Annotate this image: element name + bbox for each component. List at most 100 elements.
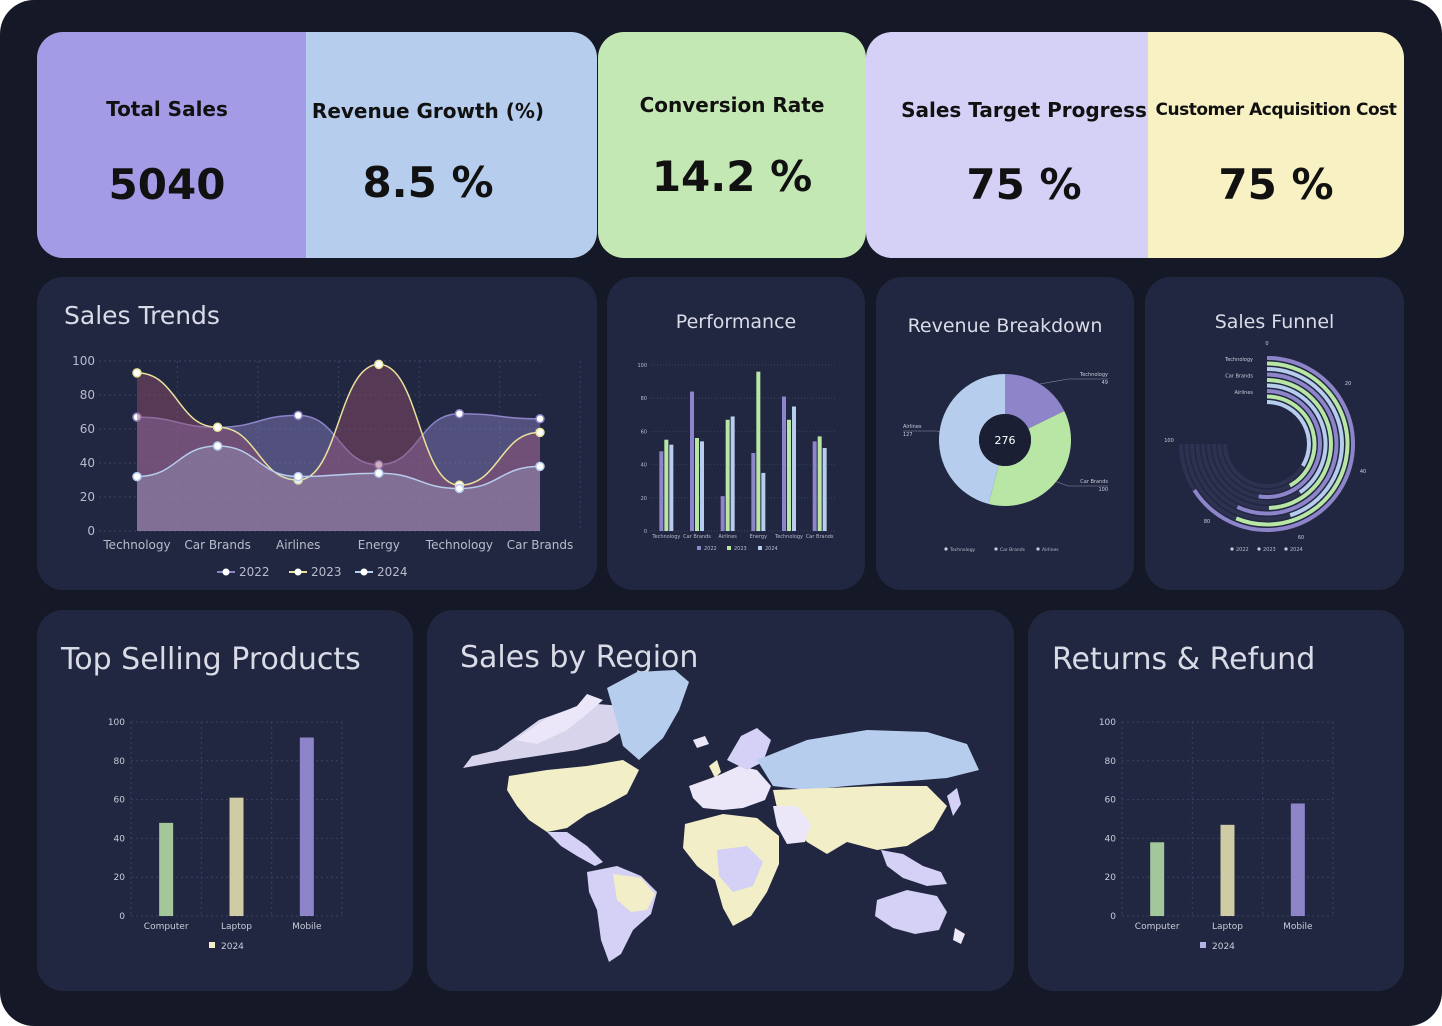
legend-label: 2022 xyxy=(239,565,270,579)
revenue-breakdown-card[interactable]: Revenue Breakdown 276 Technology 49 Car Bra… xyxy=(876,277,1134,590)
top-selling-chart[interactable]: 0 20 40 60 80 100 Computer Laptop Mobile 2024 xyxy=(37,610,413,991)
region-greenland[interactable] xyxy=(607,670,689,760)
kpi-label: Conversion Rate xyxy=(639,93,825,117)
category-label: Technology xyxy=(1224,357,1253,363)
y-tick-label: 40 xyxy=(114,834,126,844)
data-point xyxy=(212,422,223,433)
legend-label: 2024 xyxy=(377,565,408,579)
returns-card[interactable]: Returns & Refund 0 20 40 60 80 100 Computer Lap… xyxy=(1028,610,1404,991)
legend-label: 2024 xyxy=(1290,547,1303,553)
top-selling-card[interactable]: Top Selling Products 0 20 40 60 80 100 Compute… xyxy=(37,610,413,991)
data-point xyxy=(454,483,465,494)
region-europe[interactable] xyxy=(689,766,771,810)
data-point xyxy=(535,427,545,438)
performance-card[interactable]: Performance 0 20 40 60 80 100 Technology Car Br… xyxy=(607,277,865,590)
y-tick-label: 20 xyxy=(1105,873,1117,883)
y-tick-label: 0 xyxy=(119,912,125,922)
bar xyxy=(756,371,761,531)
category-label: Car Brands xyxy=(1225,374,1253,380)
category-label: Airlines xyxy=(1235,390,1254,396)
bar xyxy=(751,452,756,531)
legend-swatch xyxy=(1200,942,1206,948)
x-tick-label: Mobile xyxy=(1283,922,1313,932)
bar xyxy=(229,797,244,916)
sales-by-region-card[interactable]: Sales by Region xyxy=(427,610,1014,991)
y-tick-label: 40 xyxy=(641,463,647,469)
legend-label: 2024 xyxy=(221,942,244,952)
bar xyxy=(792,406,796,531)
region-southeast-asia[interactable] xyxy=(881,850,947,886)
region-japan[interactable] xyxy=(947,788,961,816)
data-point xyxy=(454,408,465,419)
sales-funnel-card[interactable]: Sales Funnel Technology Car Brands Airline… xyxy=(1145,277,1404,590)
revenue-breakdown-chart[interactable]: 276 Technology 49 Car Brands 100 Airlines 127 T… xyxy=(876,277,1134,590)
legend-label: Airlines xyxy=(1042,547,1059,553)
data-point xyxy=(374,468,384,478)
legend-swatch xyxy=(697,546,701,550)
returns-chart[interactable]: 0 20 40 60 80 100 Computer Laptop Mobile 2024 xyxy=(1028,610,1404,991)
world-map[interactable] xyxy=(427,610,1014,991)
kpi-conversion-rate[interactable]: Conversion Rate 14.2 % xyxy=(598,32,866,258)
kpi-revenue-growth[interactable]: Revenue Growth (%) 8.5 % xyxy=(306,32,597,258)
y-tick-label: 80 xyxy=(80,388,95,402)
legend-label: 2023 xyxy=(1263,547,1276,553)
region-australia[interactable] xyxy=(875,890,947,934)
bar xyxy=(822,448,827,531)
region-russia[interactable] xyxy=(757,730,979,790)
bar xyxy=(695,438,699,531)
x-tick-label: Computer xyxy=(1135,922,1180,932)
x-tick-label: Technology xyxy=(425,538,493,552)
kpi-total-sales[interactable]: Total Sales 5040 xyxy=(37,32,337,258)
bar xyxy=(787,419,791,531)
bar xyxy=(669,444,674,531)
axis-tick-label: 20 xyxy=(1345,381,1351,387)
y-tick-label: 0 xyxy=(87,524,95,538)
kpi-label: Customer Acquisition Cost xyxy=(1155,100,1397,120)
axis-tick-label: 0 xyxy=(1265,341,1268,347)
x-tick-label: Car Brands xyxy=(683,534,711,540)
y-tick-label: 20 xyxy=(80,490,95,504)
donut-center-label: 276 xyxy=(995,434,1016,447)
data-point xyxy=(535,414,545,424)
callout-value: 49 xyxy=(1102,380,1108,386)
legend-label: 2023 xyxy=(311,565,342,579)
kpi-acquisition-cost[interactable]: Customer Acquisition Cost 75 % xyxy=(1148,32,1404,258)
x-tick-label: Car Brands xyxy=(507,538,573,552)
bar xyxy=(817,436,822,531)
legend-label: Technology xyxy=(949,547,976,553)
performance-chart[interactable]: 020406080100Technology Car Brands Airlines… xyxy=(607,277,865,590)
legend-marker xyxy=(944,547,948,551)
callout-value: 127 xyxy=(903,432,913,438)
kpi-label: Sales Target Progress xyxy=(901,98,1147,122)
region-iceland[interactable] xyxy=(693,736,709,748)
x-tick-label: Technology xyxy=(651,534,680,540)
y-tick-label: 80 xyxy=(1105,757,1117,767)
kpi-value: 14.2 % xyxy=(651,152,813,201)
callout-label: Airlines xyxy=(903,424,922,430)
kpi-value: 8.5 % xyxy=(362,158,494,207)
y-tick-label: 60 xyxy=(114,796,126,806)
bar xyxy=(299,737,314,916)
bar xyxy=(761,472,766,531)
data-point xyxy=(374,359,384,370)
region-new-zealand[interactable] xyxy=(953,928,965,944)
bar xyxy=(730,416,735,531)
region-usa[interactable] xyxy=(507,760,639,832)
kpi-sales-target[interactable]: Sales Target Progress 75 % xyxy=(866,32,1186,258)
sales-trends-chart[interactable]: 0 20 40 60 80 100 Technology Car Brands Airlines… xyxy=(37,277,597,590)
y-tick-label: 60 xyxy=(1105,796,1117,806)
y-tick-label: 100 xyxy=(637,363,647,369)
region-central-america[interactable] xyxy=(547,832,603,866)
legend-marker xyxy=(994,547,998,551)
sales-trends-card[interactable]: Sales Trends 0 20 40 60 80 100 Technology Car B… xyxy=(37,277,597,590)
x-tick-label: Laptop xyxy=(221,922,252,932)
y-tick-label: 100 xyxy=(108,718,125,728)
data-point xyxy=(293,410,303,421)
x-tick-label: Laptop xyxy=(1212,922,1243,932)
bar xyxy=(812,441,817,531)
callout-value: 100 xyxy=(1098,487,1108,493)
x-tick-label: Car Brands xyxy=(806,534,834,540)
legend-marker xyxy=(1284,547,1288,551)
kpi-value: 5040 xyxy=(108,160,226,209)
sales-funnel-chart[interactable]: Technology Car Brands Airlines 0 20 40 60 80 100… xyxy=(1145,277,1404,590)
